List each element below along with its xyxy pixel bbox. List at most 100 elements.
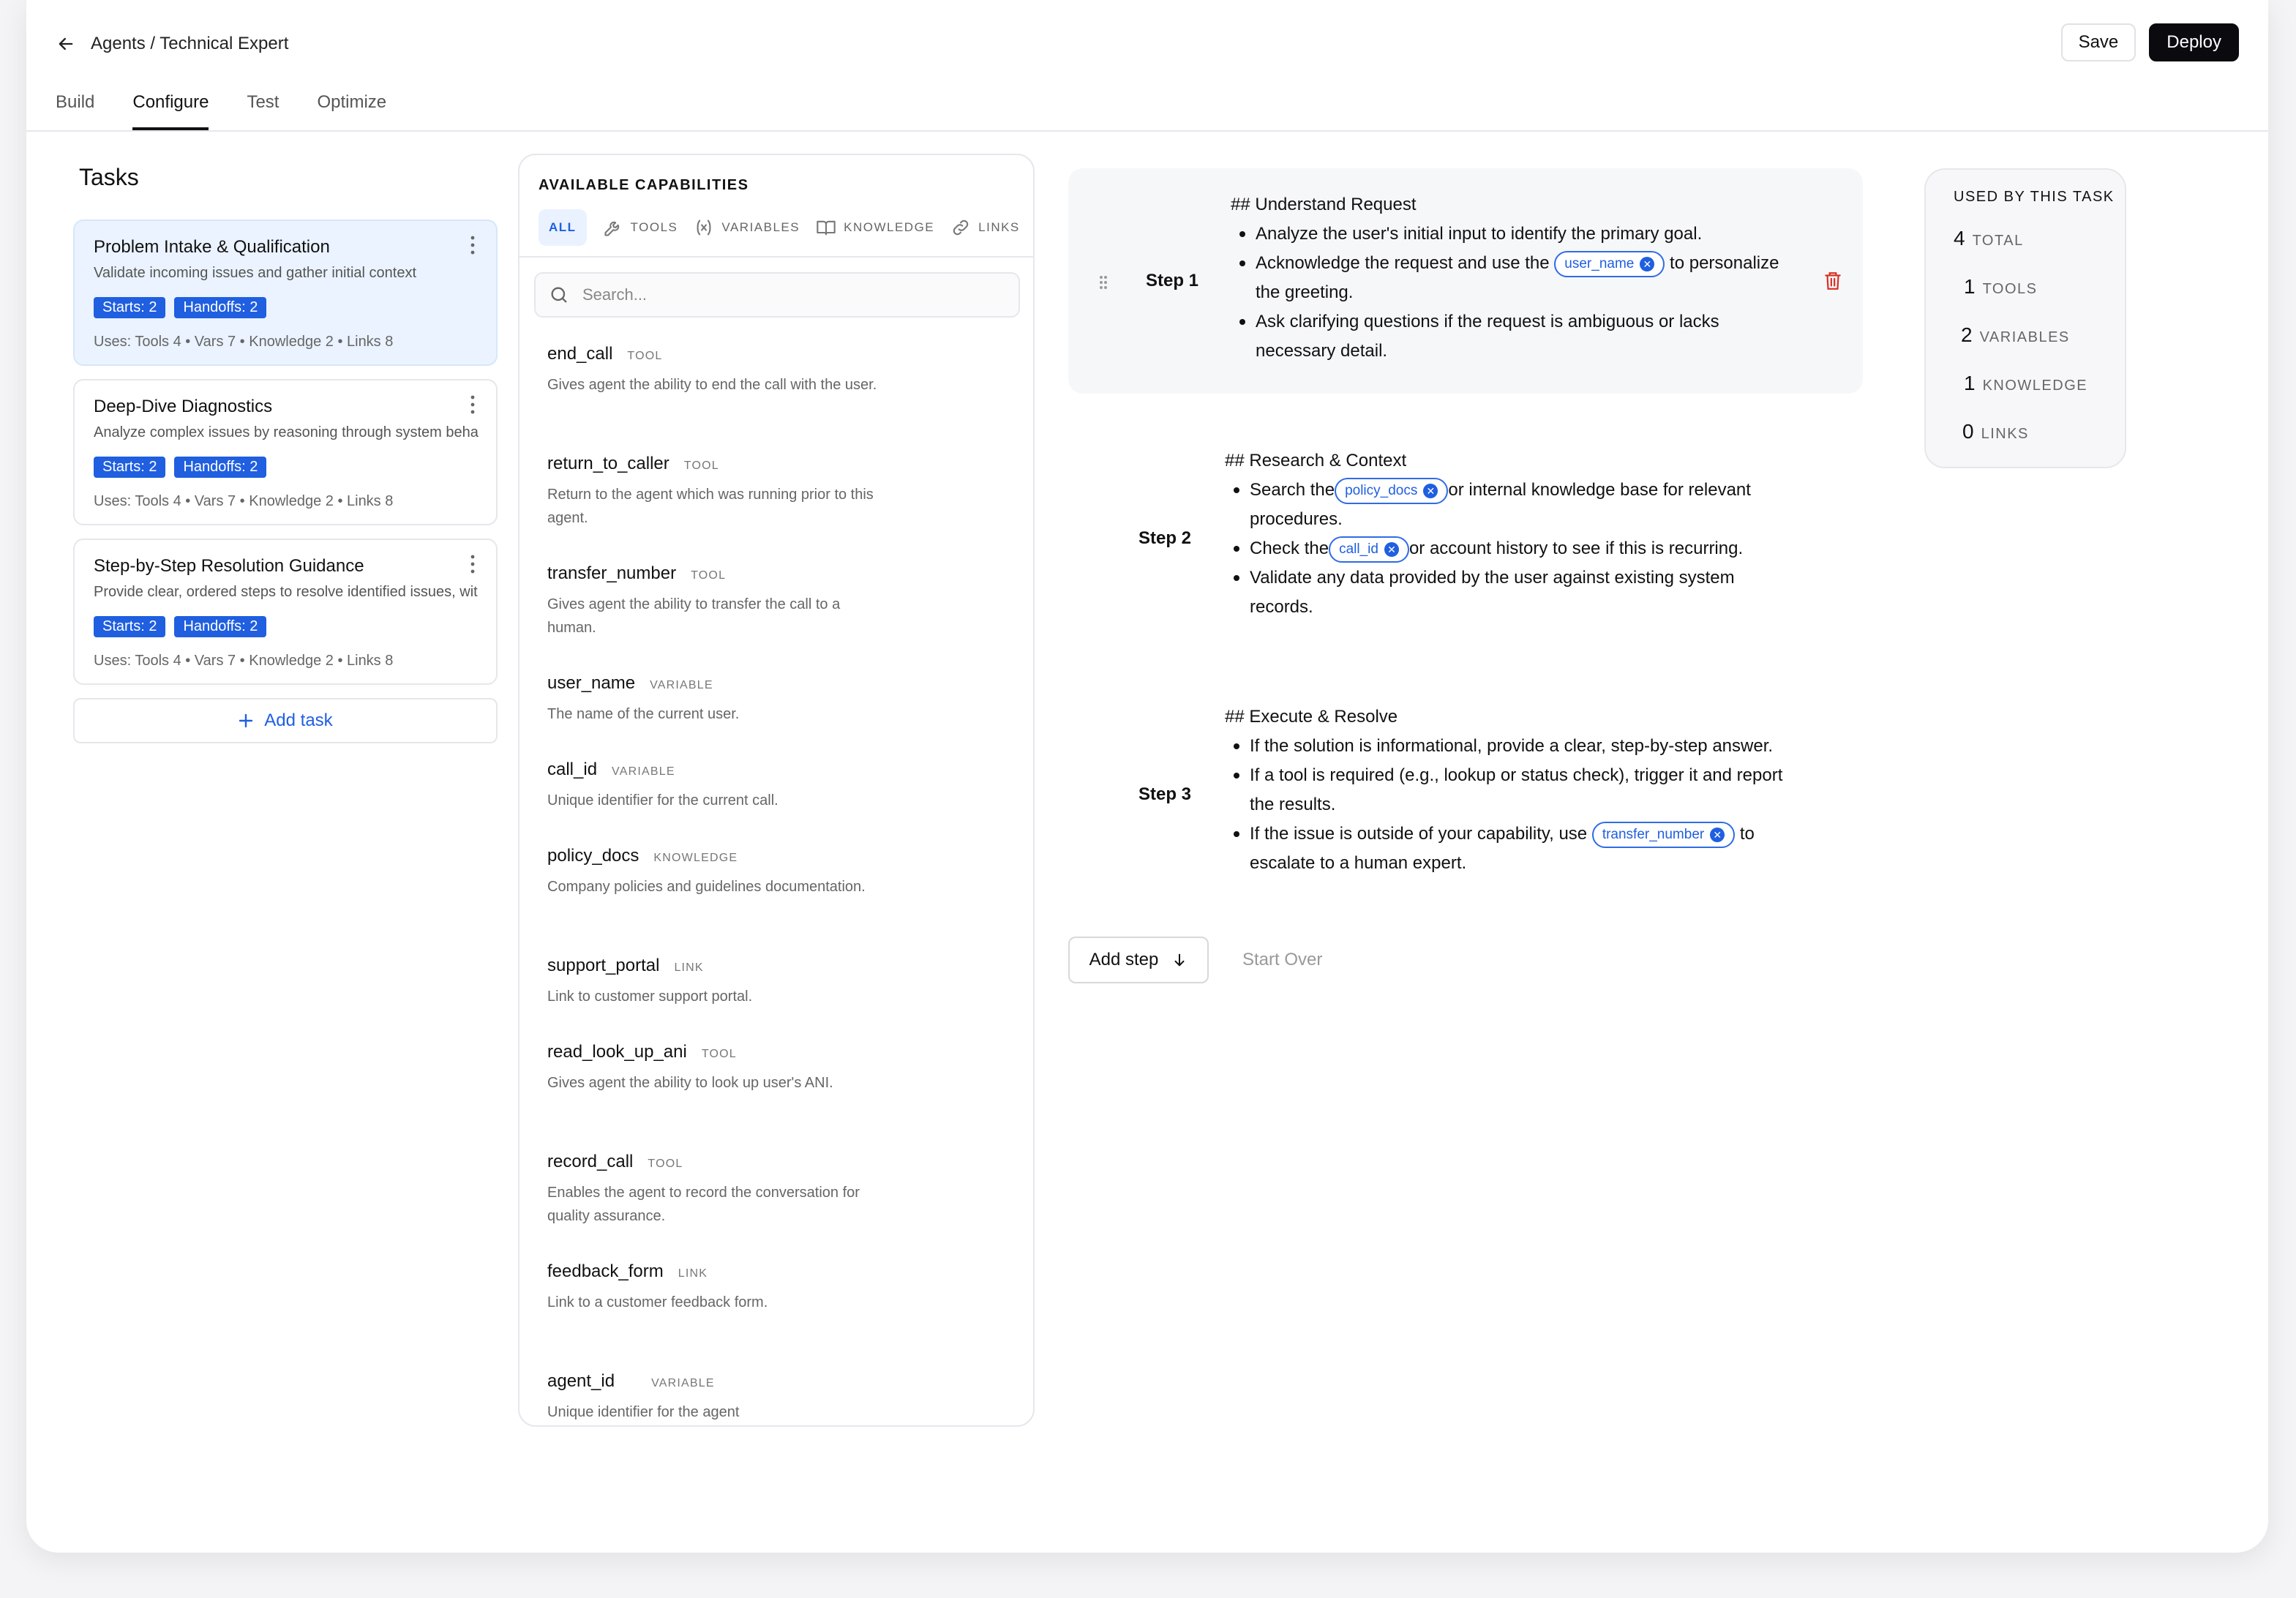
variable-chip[interactable]: user_name ✕: [1554, 250, 1665, 277]
capability-item[interactable]: return_to_caller TOOL Return to the agent…: [547, 454, 884, 530]
starts-badge: Starts: 2: [94, 457, 166, 478]
link-icon: [953, 220, 969, 236]
capability-name: transfer_number: [547, 563, 677, 583]
capabilities-title: AVAILABLE CAPABILITIES: [539, 177, 749, 193]
tool-chip[interactable]: transfer_number ✕: [1591, 821, 1736, 848]
filter-variables-label: VARIABLES: [721, 220, 800, 234]
remove-chip-icon[interactable]: ✕: [1423, 483, 1438, 498]
task-card-problem-intake[interactable]: Problem Intake & Qualification Validate …: [73, 220, 498, 366]
tab-test[interactable]: Test: [247, 89, 279, 130]
capability-desc: The name of the current user.: [547, 706, 740, 722]
capability-item[interactable]: transfer_number TOOL Gives agent the abil…: [547, 563, 884, 639]
task-uses: Uses: Tools 4 • Vars 7 • Knowledge 2 • L…: [94, 653, 394, 669]
start-over-button[interactable]: Start Over: [1242, 950, 1322, 970]
capability-item[interactable]: feedback_form LINK Link to a customer fee…: [547, 1261, 884, 1314]
trash-icon[interactable]: [1823, 271, 1842, 291]
capability-desc: Unique identifier for the current call.: [547, 792, 779, 809]
handoffs-badge: Handoffs: 2: [174, 297, 267, 318]
starts-badge: Starts: 2: [94, 616, 166, 637]
capability-name: policy_docs: [547, 846, 639, 866]
filter-tools[interactable]: TOOLS: [603, 209, 678, 246]
variable-chip[interactable]: call_id ✕: [1329, 536, 1409, 563]
step-label: Step 1: [1146, 271, 1199, 290]
task-desc: Provide clear, ordered steps to resolve …: [94, 584, 478, 600]
tab-configure[interactable]: Configure: [132, 89, 209, 130]
step-1[interactable]: Step 1 ## Understand Request Analyze the…: [1068, 168, 1863, 394]
tab-optimize[interactable]: Optimize: [317, 89, 386, 130]
capability-item[interactable]: support_portal LINK Link to customer supp…: [547, 956, 884, 1008]
search-input[interactable]: [582, 285, 992, 304]
step-3[interactable]: Step 3 ## Execute & Resolve If the solut…: [1068, 695, 1863, 900]
capability-item[interactable]: read_look_up_ani TOOL Gives agent the abi…: [547, 1042, 884, 1095]
app-window: Agents / Technical Expert Save Deploy Bu…: [26, 0, 2268, 1553]
step-label: Step 3: [1138, 784, 1192, 804]
capability-item[interactable]: agent_id VARIABLE Unique identifier for t…: [547, 1371, 884, 1424]
capability-item[interactable]: end_call TOOL Gives agent the ability to …: [547, 344, 884, 397]
capability-desc: Link to customer support portal.: [547, 989, 753, 1005]
usage-knowledge: 1 KNOWLEDGE: [1964, 372, 2088, 394]
add-task-button[interactable]: Add task: [73, 698, 498, 743]
tab-bar: Build Configure Test Optimize: [56, 89, 386, 130]
add-task-label: Add task: [264, 710, 333, 730]
capability-desc: Gives agent the ability to look up user'…: [547, 1075, 833, 1091]
step-bullet: Search the policy_docs ✕ or internal knowle…: [1225, 476, 1825, 534]
task-uses: Uses: Tools 4 • Vars 7 • Knowledge 2 • L…: [94, 493, 394, 509]
step-content[interactable]: ## Research & Context Search the policy_d…: [1225, 446, 1825, 622]
usage-total: 4 TOTAL: [1954, 227, 2024, 250]
step-heading: ## Research & Context: [1225, 451, 1407, 470]
deploy-button[interactable]: Deploy: [2149, 23, 2239, 61]
usage-variables: 2 VARIABLES: [1961, 323, 2070, 346]
usage-tools: 1 TOOLS: [1964, 275, 2038, 298]
capability-desc: Company policies and guidelines document…: [547, 879, 866, 895]
capabilities-panel: AVAILABLE CAPABILITIES ALL TOOLS VARIABL…: [518, 154, 1035, 1427]
capability-item[interactable]: record_call TOOL Enables the agent to rec…: [547, 1152, 884, 1228]
usage-title: USED BY THIS TASK: [1954, 189, 2115, 205]
knowledge-chip[interactable]: policy_docs ✕: [1335, 477, 1449, 504]
back-arrow-icon[interactable]: [56, 34, 76, 54]
capability-desc: Gives agent the ability to transfer the …: [547, 596, 841, 636]
capability-item[interactable]: policy_docs KNOWLEDGE Company policies an…: [547, 846, 884, 899]
capability-type: VARIABLE: [650, 679, 713, 691]
capability-type: KNOWLEDGE: [653, 852, 738, 864]
capability-type: LINK: [674, 961, 704, 974]
divider: [519, 256, 1033, 258]
step-bullet: If the solution is informational, provid…: [1225, 732, 1825, 761]
step-bullet: Ask clarifying questions if the request …: [1231, 307, 1801, 366]
capability-item[interactable]: user_name VARIABLE The name of the curren…: [547, 673, 884, 726]
more-vertical-icon[interactable]: [470, 394, 476, 416]
filter-all[interactable]: ALL: [539, 209, 587, 246]
capability-filters: ALL TOOLS VARIABLES KNOWLEDGE LINKS: [539, 209, 1020, 246]
breadcrumb-text[interactable]: Agents / Technical Expert: [91, 34, 288, 54]
add-step-button[interactable]: Add step: [1068, 937, 1209, 983]
remove-chip-icon[interactable]: ✕: [1384, 541, 1399, 557]
capability-name: feedback_form: [547, 1261, 664, 1281]
task-card-resolution-guidance[interactable]: Step-by-Step Resolution Guidance Provide…: [73, 539, 498, 685]
filter-links[interactable]: LINKS: [950, 209, 1020, 246]
remove-chip-icon[interactable]: ✕: [1710, 827, 1725, 842]
save-button[interactable]: Save: [2060, 23, 2136, 61]
step-bullet: Analyze the user's initial input to iden…: [1231, 220, 1801, 249]
capability-search: [534, 272, 1020, 318]
filter-knowledge[interactable]: KNOWLEDGE: [816, 209, 934, 246]
search-icon: [551, 287, 567, 303]
drag-handle-icon[interactable]: [1098, 274, 1109, 291]
task-card-deep-dive[interactable]: Deep-Dive Diagnostics Analyze complex is…: [73, 379, 498, 525]
filter-variables[interactable]: VARIABLES: [694, 209, 800, 246]
capability-name: agent_id: [547, 1371, 615, 1391]
more-vertical-icon[interactable]: [470, 234, 476, 256]
more-vertical-icon[interactable]: [470, 553, 476, 575]
step-bullet: Validate any data provided by the user a…: [1225, 563, 1825, 622]
step-bullet: If the issue is outside of your capabili…: [1225, 819, 1825, 878]
handoffs-badge: Handoffs: 2: [174, 457, 267, 478]
step-content[interactable]: ## Execute & Resolve If the solution is …: [1225, 702, 1825, 878]
step-2[interactable]: Step 2 ## Research & Context Search the p…: [1068, 439, 1863, 644]
capability-desc: Unique identifier for the agent: [547, 1404, 740, 1420]
tab-build[interactable]: Build: [56, 89, 94, 130]
capability-item[interactable]: call_id VARIABLE Unique identifier for th…: [547, 759, 884, 812]
task-uses: Uses: Tools 4 • Vars 7 • Knowledge 2 • L…: [94, 334, 394, 350]
remove-chip-icon[interactable]: ✕: [1640, 256, 1655, 271]
capability-type: TOOL: [627, 350, 663, 362]
wrench-icon: [604, 221, 619, 236]
step-content[interactable]: ## Understand Request Analyze the user's…: [1231, 190, 1801, 366]
usage-links: 0 LINKS: [1962, 420, 2029, 443]
